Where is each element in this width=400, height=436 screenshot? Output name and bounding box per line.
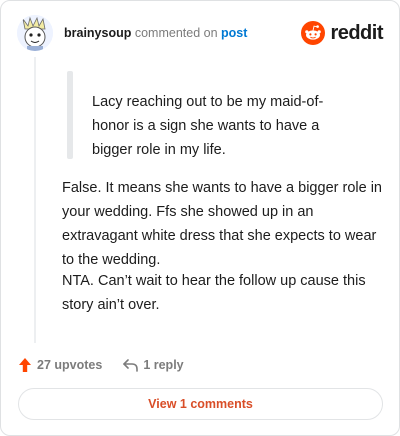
action-text: commented on xyxy=(134,26,218,40)
quote-bar xyxy=(67,71,73,159)
comment-meta: brainysoup commented on post xyxy=(64,26,247,40)
thread-line[interactable] xyxy=(34,57,36,343)
comment-paragraph-1: False. It means she wants to have a bigg… xyxy=(62,180,382,268)
comment-header: brainysoup commented on post reddit xyxy=(17,15,383,53)
reddit-alien-icon xyxy=(301,21,326,45)
avatar[interactable] xyxy=(17,15,53,51)
reddit-wordmark: reddit xyxy=(330,21,383,44)
reply-button[interactable]: 1 reply xyxy=(122,358,184,372)
post-link[interactable]: post xyxy=(221,26,247,40)
upvote-arrow-icon xyxy=(19,358,31,372)
view-comments-button[interactable]: View 1 comments xyxy=(18,388,383,420)
comment-actions: 27 upvotes 1 reply xyxy=(18,355,184,375)
reply-arrow-icon xyxy=(123,359,139,372)
comment-card: brainysoup commented on post reddit Lacy… xyxy=(0,0,400,436)
quoted-text: Lacy reaching out to be my maid-of-honor… xyxy=(92,94,324,158)
reddit-logo: reddit xyxy=(301,21,383,45)
username-link[interactable]: brainysoup xyxy=(64,26,131,40)
avatar-image xyxy=(17,15,53,51)
comment-paragraph-2: NTA. Can’t wait to hear the follow up ca… xyxy=(62,273,366,313)
upvote-count: 27 upvotes xyxy=(37,358,103,372)
reply-count: 1 reply xyxy=(143,358,184,372)
upvote-button[interactable]: 27 upvotes xyxy=(18,357,102,373)
